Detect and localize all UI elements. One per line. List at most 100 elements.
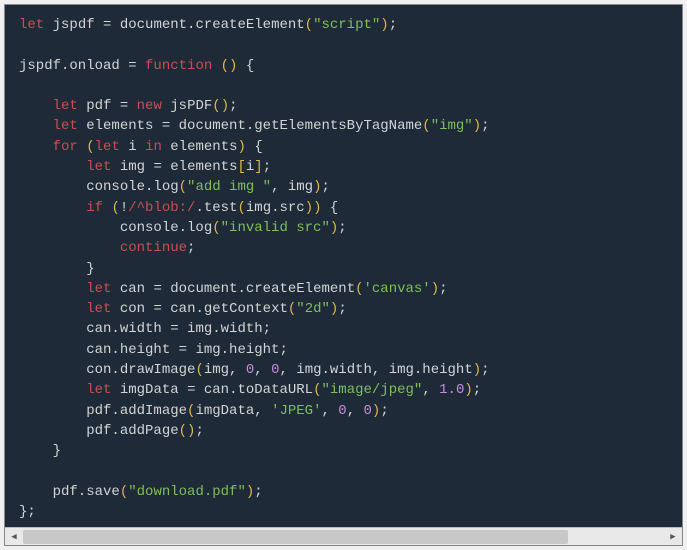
- token-kw-decl: let: [53, 98, 78, 114]
- token-op: =: [120, 98, 128, 114]
- token-str: "image/jpeg": [322, 382, 423, 398]
- token-ident: can.getContext: [162, 301, 288, 317]
- code-line: if (!/^blob:/.test(img.src)) {: [19, 198, 668, 218]
- token-str: 'canvas': [364, 281, 431, 297]
- token-num: 0: [364, 403, 372, 419]
- code-line: pdf.save("download.pdf");: [19, 482, 668, 502]
- code-line: for (let i in elements) {: [19, 137, 668, 157]
- code-line: pdf.addImage(imgData, 'JPEG', 0, 0);: [19, 401, 668, 421]
- token-ident: can: [111, 281, 153, 297]
- token-ident: imgData,: [195, 403, 271, 419]
- code-line: can.width = img.width;: [19, 319, 668, 339]
- token-ident: con: [111, 301, 153, 317]
- token-ident: pdf.addImage: [19, 403, 187, 419]
- token-op: =: [153, 159, 161, 175]
- token-ident: , img: [271, 179, 313, 195]
- token-kw-decl: let: [86, 281, 111, 297]
- scroll-left-button[interactable]: ◀: [5, 528, 23, 546]
- token-ident: ;: [473, 382, 481, 398]
- code-line: console.log("invalid src");: [19, 218, 668, 238]
- token-ident: img,: [204, 362, 246, 378]
- token-ident: ;: [321, 179, 329, 195]
- token-kw-decl: for: [53, 139, 78, 155]
- token-ident: can.height: [19, 342, 179, 358]
- token-ident: jspdf: [44, 17, 103, 33]
- token-paren: (): [179, 423, 196, 439]
- code-line: let img = elements[i];: [19, 157, 668, 177]
- token-ident: ,: [254, 362, 271, 378]
- token-paren: (: [305, 17, 313, 33]
- token-regex: /^blob:/: [128, 200, 195, 216]
- token-ident: ;: [27, 504, 35, 520]
- scrollbar-thumb[interactable]: [23, 530, 568, 544]
- token-paren: (: [212, 220, 220, 236]
- token-ident: pdf.save: [19, 484, 120, 500]
- token-paren: (: [111, 200, 119, 216]
- token-ident: , img.width, img.height: [279, 362, 472, 378]
- token-paren: ): [330, 220, 338, 236]
- token-ident: pdf.addPage: [19, 423, 179, 439]
- token-num: 0: [338, 403, 346, 419]
- token-ident: elements: [78, 118, 162, 134]
- token-str: "invalid src": [221, 220, 330, 236]
- code-area[interactable]: let jspdf = document.createElement("scri…: [5, 5, 682, 527]
- token-op: =: [153, 281, 161, 297]
- token-kw-decl: let: [86, 301, 111, 317]
- token-kw-decl: let: [86, 382, 111, 398]
- token-paren: )): [305, 200, 322, 216]
- token-ident: ;: [187, 240, 195, 256]
- token-paren: (: [422, 118, 430, 134]
- token-ident: ;: [263, 159, 271, 175]
- horizontal-scrollbar[interactable]: ◀ ▶: [5, 527, 682, 545]
- code-line: can.height = img.height;: [19, 340, 668, 360]
- token-paren: ]: [254, 159, 262, 175]
- token-ident: ,: [347, 403, 364, 419]
- token-paren: (: [237, 200, 245, 216]
- token-op: =: [179, 342, 187, 358]
- token-kw-func: function: [145, 58, 212, 74]
- scrollbar-track[interactable]: [23, 528, 664, 546]
- token-paren: ): [246, 484, 254, 500]
- code-line: let imgData = can.toDataURL("image/jpeg"…: [19, 380, 668, 400]
- token-str: "script": [313, 17, 380, 33]
- code-editor: let jspdf = document.createElement("scri…: [4, 4, 683, 546]
- scroll-right-button[interactable]: ▶: [664, 528, 682, 546]
- token-ident: [19, 301, 86, 317]
- token-ident: console.log: [19, 220, 212, 236]
- token-ident: ;: [254, 484, 262, 500]
- token-ident: ;: [229, 98, 237, 114]
- code-line: let pdf = new jsPDF();: [19, 96, 668, 116]
- token-paren: (: [195, 362, 203, 378]
- token-ident: ;: [338, 301, 346, 317]
- token-kw-decl: in: [145, 139, 162, 155]
- token-brace: }: [53, 443, 61, 459]
- token-ident: jsPDF: [162, 98, 212, 114]
- token-ident: [19, 200, 86, 216]
- code-line: continue;: [19, 238, 668, 258]
- code-line: con.drawImage(img, 0, 0, img.width, img.…: [19, 360, 668, 380]
- token-ident: ;: [481, 362, 489, 378]
- token-paren: ): [380, 17, 388, 33]
- token-paren: ): [473, 118, 481, 134]
- token-ident: [237, 58, 245, 74]
- token-kw-decl: let: [19, 17, 44, 33]
- token-ident: ,: [321, 403, 338, 419]
- token-ident: [322, 200, 330, 216]
- code-line: jspdf.onload = function () {: [19, 56, 668, 76]
- token-kw-ctrl: continue: [120, 240, 187, 256]
- token-ident: document.createElement: [162, 281, 355, 297]
- token-ident: img: [111, 159, 153, 175]
- token-ident: ;: [380, 403, 388, 419]
- code-line: let elements = document.getElementsByTag…: [19, 116, 668, 136]
- token-kw-decl: let: [86, 159, 111, 175]
- code-line: }: [19, 259, 668, 279]
- token-paren: (: [179, 179, 187, 195]
- token-ident: ,: [422, 382, 439, 398]
- token-ident: ;: [439, 281, 447, 297]
- token-paren: (): [221, 58, 238, 74]
- token-ident: can.toDataURL: [195, 382, 313, 398]
- token-kw-decl: let: [53, 118, 78, 134]
- token-brace: {: [330, 200, 338, 216]
- token-str: "2d": [296, 301, 330, 317]
- token-num: 0: [246, 362, 254, 378]
